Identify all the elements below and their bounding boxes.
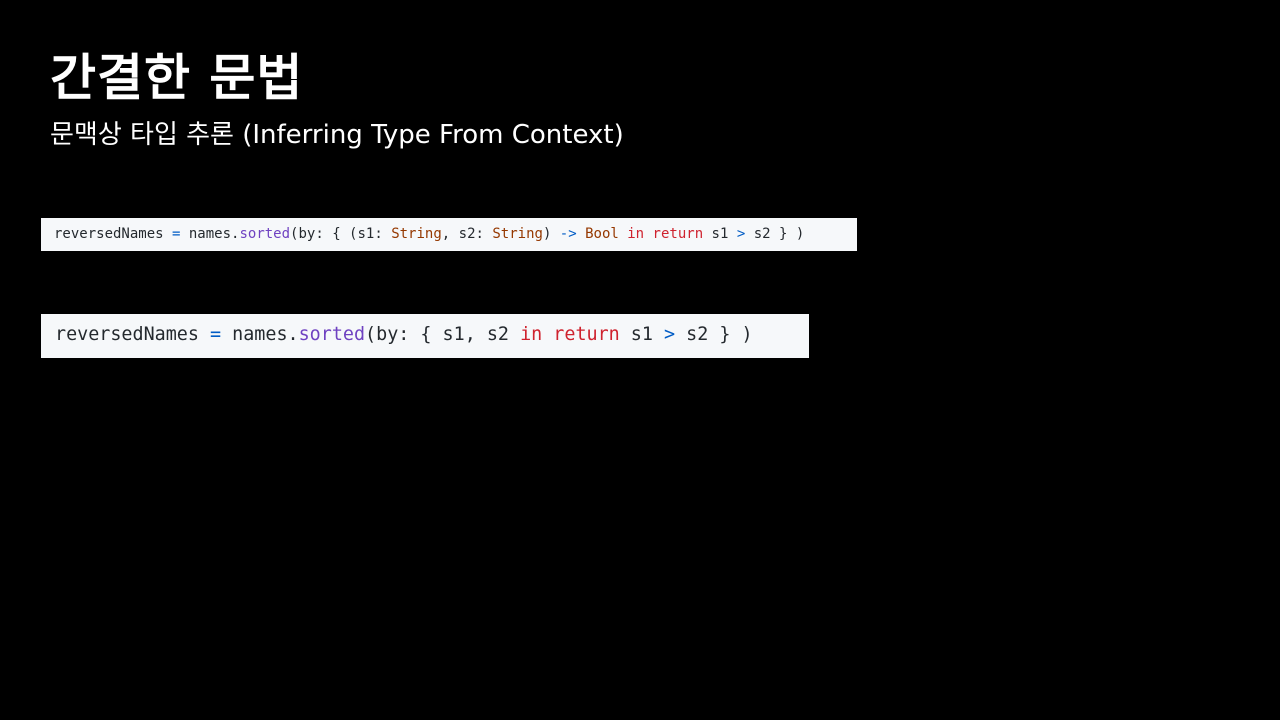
code-token: in <box>520 324 543 345</box>
slide-subtitle: 문맥상 타입 추론 (Inferring Type From Context) <box>50 120 624 150</box>
code-token: (by: { (s1: <box>290 226 392 242</box>
code-token: , s2: <box>441 226 493 242</box>
code-token: in <box>627 226 645 242</box>
code-block-full-closure: reversedNames = names.sorted(by: { (s1: … <box>41 218 857 251</box>
code-token: sorted <box>239 226 291 242</box>
slide: 간결한 문법 문맥상 타입 추론 (Inferring Type From Co… <box>0 0 1280 720</box>
code-token: -> <box>559 226 577 242</box>
code-token: s1 <box>703 226 737 242</box>
code-block-inferred-closure: reversedNames = names.sorted(by: { s1, s… <box>41 314 809 358</box>
code-token: > <box>664 324 676 345</box>
code-token: (by: { s1, s2 <box>365 324 521 345</box>
code-token: names. <box>180 226 240 242</box>
code-token: s2 } ) <box>675 324 753 345</box>
code-token: = <box>210 324 222 345</box>
slide-title: 간결한 문법 <box>50 49 304 107</box>
code-token: names. <box>221 324 299 345</box>
code-token: reversedNames <box>55 324 199 345</box>
code-token: return <box>553 324 620 345</box>
code-token: return <box>652 226 704 242</box>
code-token: ) <box>542 226 560 242</box>
code-token: s1 <box>619 324 665 345</box>
code-token: reversedNames <box>54 226 164 242</box>
code-token: String <box>391 226 442 242</box>
code-token: String <box>492 226 543 242</box>
code-token: sorted <box>298 324 366 345</box>
code-token: s2 } ) <box>745 226 805 242</box>
code-token: Bool <box>585 226 619 242</box>
